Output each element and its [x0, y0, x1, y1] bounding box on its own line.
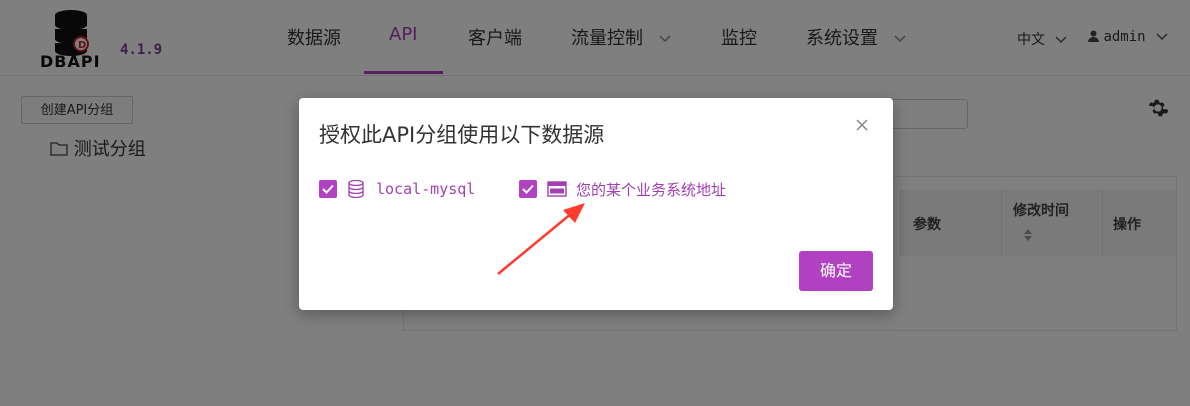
- close-icon[interactable]: [854, 117, 870, 133]
- authorize-datasource-dialog: 授权此API分组使用以下数据源 local-mysql 您的某个业务系统地址 确…: [299, 98, 893, 310]
- check-icon: [522, 184, 534, 194]
- check-icon: [322, 184, 334, 194]
- datasource-option-business-system[interactable]: 您的某个业务系统地址: [519, 179, 726, 199]
- datasource-label: 您的某个业务系统地址: [576, 180, 727, 199]
- dialog-title: 授权此API分组使用以下数据源: [319, 123, 605, 147]
- confirm-button[interactable]: 确定: [799, 251, 873, 291]
- datasource-label: local-mysql: [376, 180, 476, 198]
- database-icon: [348, 180, 364, 198]
- datasource-option-local-mysql[interactable]: local-mysql: [319, 179, 475, 199]
- checkbox-checked[interactable]: [319, 180, 337, 198]
- checkbox-checked[interactable]: [519, 180, 537, 198]
- http-icon: [547, 181, 567, 197]
